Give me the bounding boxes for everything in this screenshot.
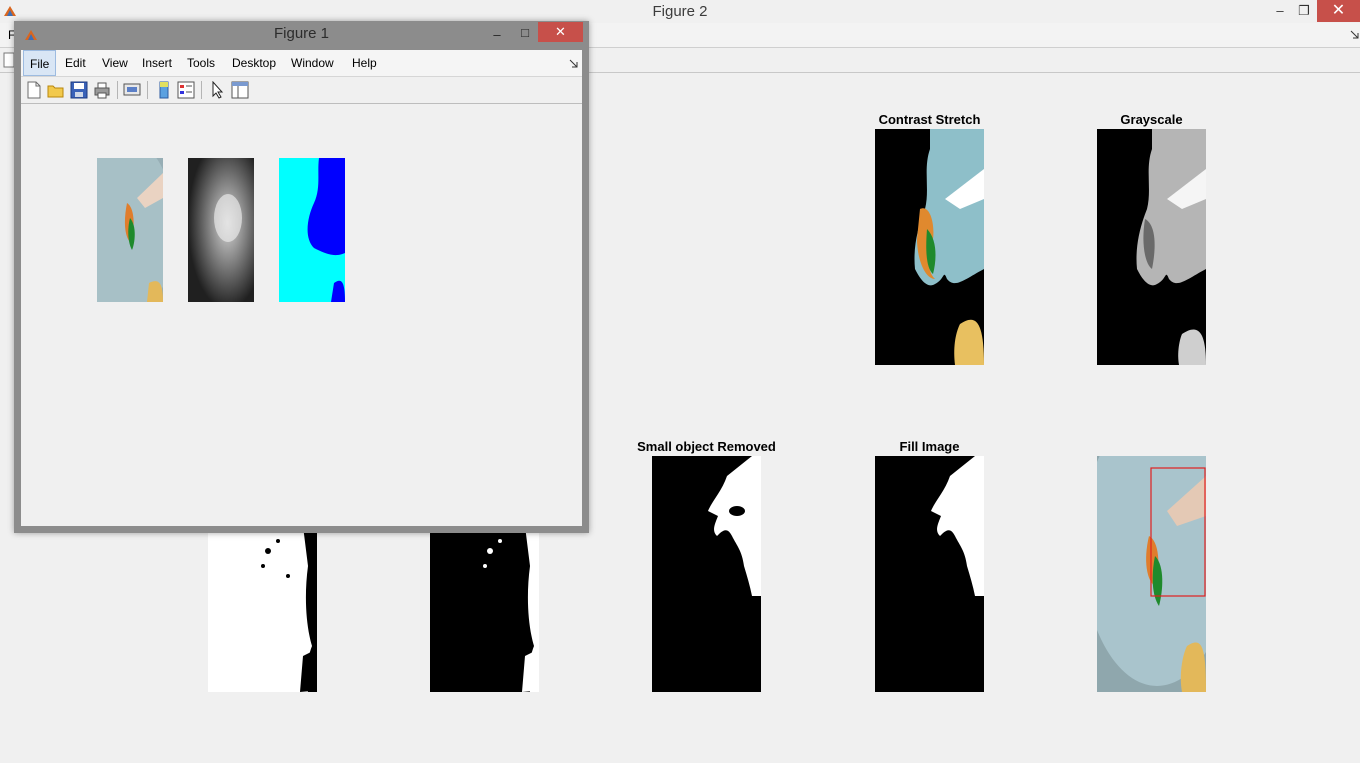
- segmented-image-thumbnail: [279, 158, 345, 302]
- contrast-stretch-image: [875, 129, 984, 365]
- figure1-menubar: File Edit View Insert Tools Desktop Wind…: [21, 50, 582, 77]
- menu-window[interactable]: Window: [285, 50, 340, 76]
- figure2-titlebar: Figure 2 – ❐ ✕: [0, 0, 1360, 23]
- figure2-title: Figure 2: [652, 3, 708, 20]
- edit-plot-icon[interactable]: [209, 81, 227, 99]
- menu-file[interactable]: File: [23, 50, 57, 76]
- save-icon[interactable]: [70, 81, 88, 99]
- axes-title-small-object-removed: Small object Removed: [637, 439, 776, 454]
- menu-edit[interactable]: Edit: [59, 50, 92, 76]
- toolbar-separator: [201, 81, 202, 99]
- new-figure-icon[interactable]: [25, 81, 43, 99]
- figure1-toolbar: [21, 77, 582, 104]
- open-file-icon[interactable]: [47, 81, 65, 99]
- axes-title-contrast-stretch: Contrast Stretch: [878, 112, 981, 127]
- figure1-maximize-button[interactable]: □: [514, 22, 536, 44]
- figure2-minimize-button[interactable]: –: [1268, 0, 1292, 22]
- print-icon[interactable]: [93, 81, 111, 99]
- print-figure-icon[interactable]: [123, 81, 141, 99]
- figure2-restore-button[interactable]: ❐: [1292, 0, 1316, 22]
- axes-title-fill-image: Fill Image: [899, 439, 960, 454]
- small-object-removed-image: [652, 456, 761, 692]
- colorbar-icon[interactable]: [155, 81, 173, 99]
- property-editor-icon[interactable]: [231, 81, 249, 99]
- figure2-close-button[interactable]: ✕: [1317, 0, 1360, 22]
- menu-view[interactable]: View: [96, 50, 134, 76]
- original-image-thumbnail: [97, 158, 163, 302]
- figure1-window: Figure 1 – □ ✕ File Edit View Insert Too…: [14, 21, 589, 533]
- blurred-image-thumbnail: [188, 158, 254, 302]
- figure1-minimize-button[interactable]: –: [487, 24, 507, 46]
- dock-arrow-icon[interactable]: [569, 59, 578, 68]
- menu-insert[interactable]: Insert: [136, 50, 178, 76]
- toolbar-separator: [147, 81, 148, 99]
- detection-result-image: [1097, 456, 1206, 692]
- legend-icon[interactable]: [177, 81, 195, 99]
- menu-desktop[interactable]: Desktop: [226, 50, 282, 76]
- menu-help[interactable]: Help: [346, 50, 383, 76]
- menu-tools[interactable]: Tools: [181, 50, 221, 76]
- figure1-client-area: File Edit View Insert Tools Desktop Wind…: [21, 50, 582, 526]
- figure1-close-button[interactable]: ✕: [538, 22, 583, 42]
- toolbar-separator: [117, 81, 118, 99]
- axes-title-grayscale: Grayscale: [1120, 112, 1183, 127]
- fill-image: [875, 456, 984, 692]
- grayscale-image: [1097, 129, 1206, 365]
- dock-arrow-icon[interactable]: [1350, 30, 1359, 39]
